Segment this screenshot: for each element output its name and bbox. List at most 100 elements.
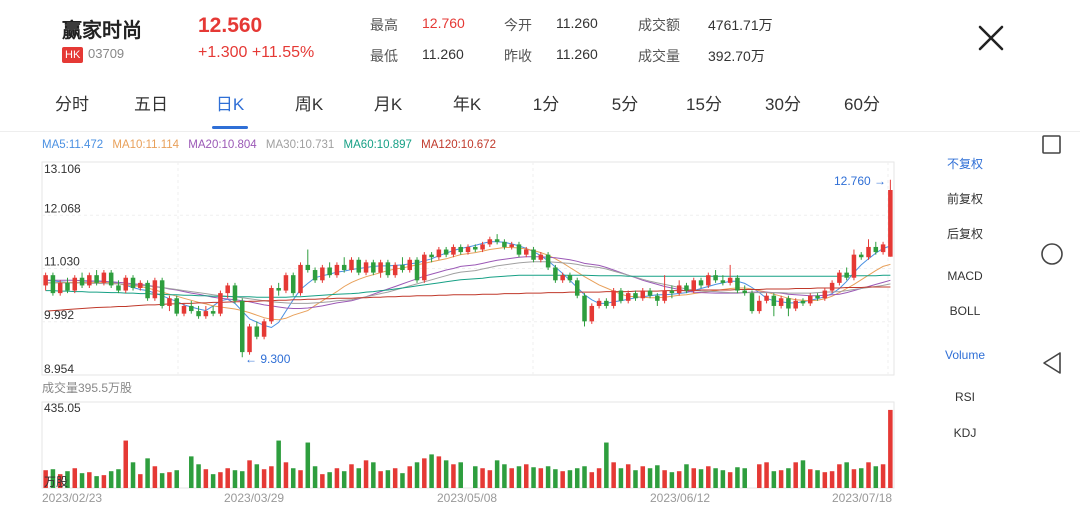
option-rsi[interactable]: RSI	[925, 390, 1005, 404]
volume-bar	[662, 470, 667, 488]
candle-body	[298, 264, 303, 294]
y-tick-label: 9.992	[44, 308, 74, 322]
chart-grid	[41, 161, 895, 489]
candle-body	[436, 249, 442, 258]
volume-bar	[378, 471, 383, 488]
volume-bar	[458, 462, 463, 488]
option-backward-adjust[interactable]: 后复权	[925, 225, 1005, 242]
candle-body	[786, 298, 791, 309]
candle-body	[531, 249, 536, 260]
volume-bar	[560, 471, 565, 488]
candle-body	[50, 275, 56, 294]
volume-bar	[509, 468, 514, 488]
volume-bar	[283, 462, 289, 488]
candle-body	[363, 262, 369, 273]
option-no-adjust[interactable]: 不复权	[925, 155, 1005, 172]
volume-bar	[232, 470, 238, 488]
candle-body	[138, 282, 143, 288]
volume-bar	[341, 471, 347, 488]
volume-bar	[815, 470, 820, 488]
candle-body	[625, 293, 631, 301]
candle-body	[567, 275, 573, 281]
volume-bar	[735, 467, 740, 488]
candle-body	[429, 254, 434, 258]
volume-bar	[196, 464, 201, 488]
candle-body	[174, 298, 179, 314]
candle-body	[371, 262, 376, 273]
volume-bar	[276, 440, 281, 488]
candle-body	[487, 239, 493, 245]
candle-body	[771, 295, 777, 306]
volume-bar	[574, 468, 580, 488]
candle-body	[880, 244, 886, 253]
candle-body	[655, 295, 660, 301]
candle-body	[698, 280, 704, 286]
candle-body	[116, 285, 121, 291]
candle-body	[87, 275, 92, 286]
volume-bar	[822, 472, 828, 488]
volume-bar	[101, 475, 107, 488]
volume-bar	[858, 468, 864, 488]
candle-body	[320, 267, 325, 281]
candle-body	[509, 244, 514, 247]
volume-bar	[305, 442, 311, 488]
volume-max-tick: 435.05	[44, 401, 81, 415]
candle-body	[676, 285, 682, 294]
volume-bar	[523, 464, 529, 488]
ma5-line	[45, 241, 891, 329]
option-volume[interactable]: Volume	[925, 348, 1005, 362]
volume-bar	[888, 409, 893, 488]
volume-bar	[407, 466, 413, 488]
volume-bar	[473, 466, 478, 488]
volume-bar	[443, 460, 449, 488]
volume-bar	[480, 468, 485, 488]
min-price-marker: ← 9.300	[245, 352, 291, 366]
volume-bar	[640, 466, 646, 488]
kline-chart[interactable]: 13.106 12.068 11.030 9.992 8.954 2023/02/23 20…	[0, 0, 1080, 508]
candle-body	[327, 267, 332, 276]
candle-body	[560, 275, 565, 281]
candle-body	[778, 298, 784, 306]
volume-bar	[159, 473, 165, 488]
candle-body	[858, 254, 864, 258]
back-button[interactable]	[1040, 351, 1066, 382]
option-boll[interactable]: BOLL	[925, 304, 1005, 318]
candle-body	[167, 298, 172, 306]
volume-bar	[145, 458, 150, 488]
candle-body	[458, 246, 463, 253]
volume-bar	[625, 464, 631, 488]
candle-body	[203, 311, 209, 317]
option-kdj[interactable]: KDJ	[925, 426, 1005, 440]
option-macd[interactable]: MACD	[925, 269, 1005, 283]
candle-body	[123, 277, 129, 291]
candle-body	[640, 290, 646, 299]
candle-body	[888, 190, 893, 257]
candle-body	[400, 264, 405, 271]
candle-body	[807, 295, 813, 304]
volume-bar	[786, 468, 791, 488]
candle-body	[145, 282, 150, 299]
option-forward-adjust[interactable]: 前复权	[925, 190, 1005, 207]
volume-bar	[79, 473, 85, 488]
candle-body	[341, 264, 347, 271]
candle-body	[829, 282, 835, 291]
candle-body	[582, 295, 587, 322]
volume-bar	[676, 471, 682, 488]
candle-body	[130, 277, 136, 288]
volume-bar	[247, 460, 252, 488]
home-button[interactable]	[1040, 242, 1066, 273]
candle-body	[269, 287, 274, 322]
volume-bar	[167, 472, 172, 488]
candle-body	[473, 246, 478, 250]
candle-body	[800, 300, 806, 304]
volume-bar	[691, 468, 697, 488]
candle-body	[844, 272, 849, 278]
volume-bar	[334, 468, 340, 488]
volume-bar	[210, 474, 216, 488]
volume-bar	[742, 468, 747, 488]
candle-body	[451, 246, 456, 255]
recent-apps-button[interactable]	[1040, 133, 1064, 162]
volume-bar	[698, 469, 704, 488]
candle-body	[181, 305, 187, 314]
x-tick-label: 2023/05/08	[437, 491, 497, 505]
